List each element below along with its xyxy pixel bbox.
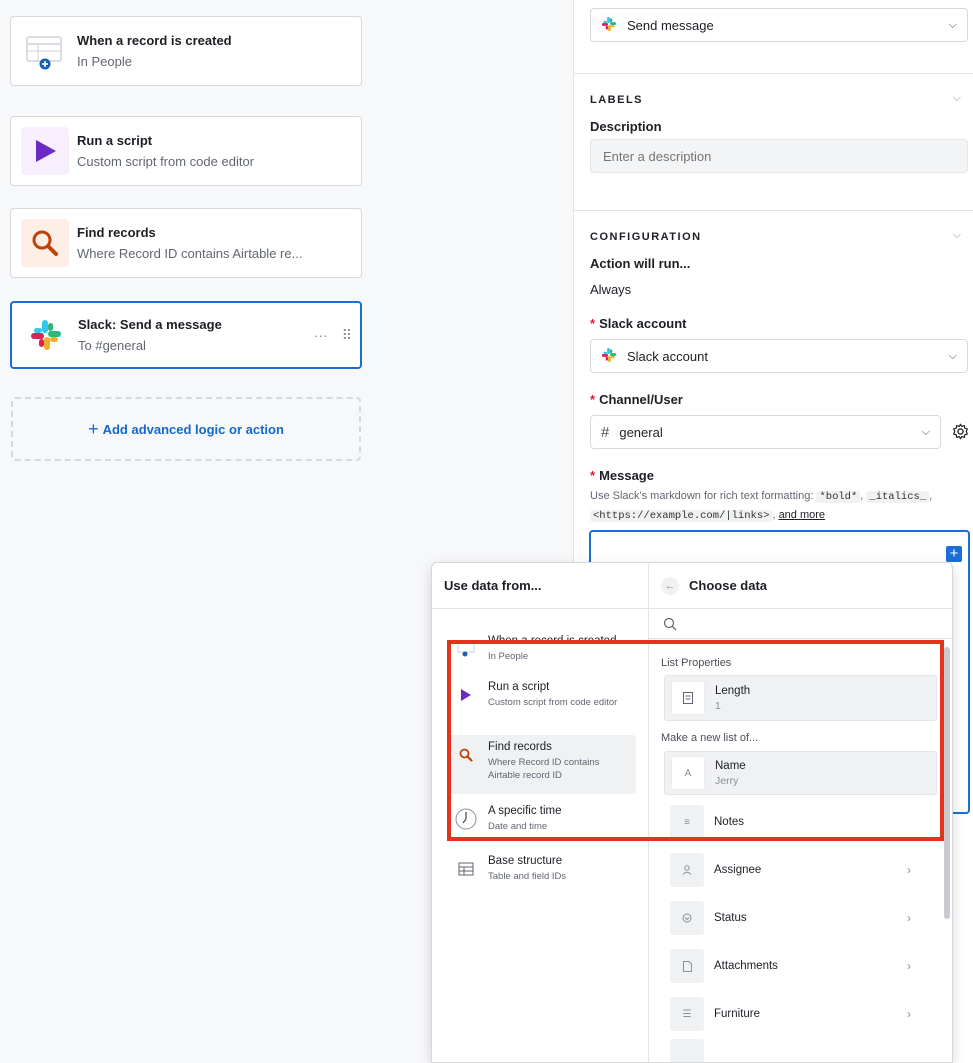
more-options-icon[interactable]: ··· — [314, 327, 328, 344]
required-mark: * — [590, 392, 596, 407]
required-mark: * — [590, 316, 596, 331]
step-card-trigger[interactable]: When a record is created In People — [10, 16, 362, 86]
field-title: Furniture — [714, 1008, 761, 1020]
data-field-status[interactable]: Status › — [664, 896, 937, 940]
table-plus-icon — [21, 27, 69, 75]
step-subtitle: In People — [77, 54, 132, 69]
insert-data-button[interactable]: + — [946, 546, 962, 562]
scrollbar[interactable] — [944, 647, 950, 919]
drag-handle-icon[interactable]: ⠿ — [342, 327, 352, 344]
step-card-run-script[interactable]: Run a script Custom script from code edi… — [10, 116, 362, 186]
add-logic-button[interactable]: + Add advanced logic or action — [11, 397, 361, 461]
search-icon — [663, 617, 677, 630]
divider — [574, 73, 973, 74]
slack-account-label: * Slack account — [590, 316, 687, 331]
channel-label: * Channel/User — [590, 392, 683, 407]
step-title: Slack: Send a message — [78, 317, 222, 332]
description-input[interactable] — [590, 139, 968, 173]
chevron-down-icon: ⌵ — [948, 349, 957, 362]
data-field-assignee[interactable]: Assignee › — [664, 848, 937, 892]
plus-icon: + — [88, 418, 99, 439]
data-field-attachments[interactable]: Attachments › — [664, 944, 937, 988]
data-list-header: ← Choose data — [649, 563, 952, 609]
data-search-input[interactable] — [649, 609, 952, 639]
highlight-annotation — [447, 640, 944, 841]
search-icon — [21, 219, 69, 267]
data-field-furniture[interactable]: ☰ Furniture › — [664, 992, 937, 1036]
table-icon — [454, 857, 478, 881]
chevron-down-icon: ⌵ — [948, 18, 957, 31]
action-select-value: Send message — [627, 17, 714, 33]
data-list-title: Choose data — [689, 578, 768, 593]
field-title: Status — [714, 912, 747, 924]
help-code-link: <https://example.com/|links> — [590, 510, 773, 522]
step-subtitle: To #general — [78, 338, 146, 353]
help-code-bold: *bold* — [816, 491, 861, 503]
channel-label-text: Channel/User — [599, 392, 683, 407]
chevron-down-icon[interactable]: ⌵ — [953, 92, 961, 105]
field-title: Attachments — [714, 960, 778, 972]
single-select-icon — [670, 901, 704, 935]
back-arrow-icon[interactable]: ← — [661, 576, 679, 595]
source-list-title: Use data from... — [444, 578, 542, 593]
field-icon — [670, 1039, 704, 1062]
action-will-run-value: Always — [590, 282, 632, 297]
labels-section-title: LABELS — [590, 94, 643, 106]
data-field-partial[interactable] — [664, 1039, 937, 1062]
help-text: Use Slack's markdown for rich text forma… — [590, 490, 814, 502]
action-will-run-label: Action will run... — [590, 256, 691, 271]
chevron-right-icon: › — [907, 1007, 911, 1021]
add-logic-label: Add advanced logic or action — [102, 421, 284, 437]
slack-icon — [601, 16, 617, 35]
chevron-right-icon: › — [907, 959, 911, 973]
required-mark: * — [590, 468, 596, 483]
slack-account-label-text: Slack account — [599, 316, 687, 331]
slack-icon — [601, 347, 617, 366]
hash-icon: # — [601, 423, 610, 441]
source-title: Base structure — [488, 855, 563, 867]
field-title: Assignee — [714, 864, 762, 876]
step-title: Find records — [77, 225, 156, 240]
step-title: When a record is created — [77, 33, 232, 48]
action-select[interactable]: Send message ⌵ — [590, 8, 968, 42]
step-card-find-records[interactable]: Find records Where Record ID contains Ai… — [10, 208, 362, 278]
step-subtitle: Custom script from code editor — [77, 154, 255, 169]
channel-select[interactable]: # general ⌵ — [590, 415, 941, 449]
slack-account-select[interactable]: Slack account ⌵ — [590, 339, 968, 373]
chevron-down-icon: ⌵ — [921, 425, 930, 438]
chevron-down-icon[interactable]: ⌵ — [953, 229, 961, 242]
divider — [574, 210, 973, 211]
attachment-icon — [670, 949, 704, 983]
slack-account-value: Slack account — [627, 348, 708, 364]
help-code-italics: _italics_ — [866, 491, 930, 503]
play-icon — [21, 127, 69, 175]
chevron-right-icon: › — [907, 911, 911, 925]
gear-icon[interactable] — [952, 423, 969, 443]
user-icon — [670, 853, 704, 887]
chevron-right-icon: › — [907, 863, 911, 877]
message-label-text: Message — [599, 468, 654, 483]
message-help-text: Use Slack's markdown for rich text forma… — [590, 490, 933, 522]
source-subtitle: Table and field IDs — [488, 871, 567, 882]
step-title: Run a script — [77, 133, 153, 148]
configuration-section-title: CONFIGURATION — [590, 231, 702, 243]
multi-select-icon: ☰ — [670, 997, 704, 1031]
message-label: * Message — [590, 468, 654, 483]
description-label: Description — [590, 119, 662, 134]
slack-icon — [22, 311, 70, 359]
and-more-link[interactable]: and more — [779, 509, 825, 521]
source-item-base-structure[interactable]: Base structure Table and field IDs — [448, 849, 636, 889]
step-card-slack[interactable]: Slack: Send a message To #general ··· ⠿ — [10, 301, 362, 369]
step-subtitle: Where Record ID contains Airtable re... — [77, 246, 303, 261]
source-list-header: Use data from... — [432, 563, 648, 609]
channel-value: general — [619, 424, 663, 440]
